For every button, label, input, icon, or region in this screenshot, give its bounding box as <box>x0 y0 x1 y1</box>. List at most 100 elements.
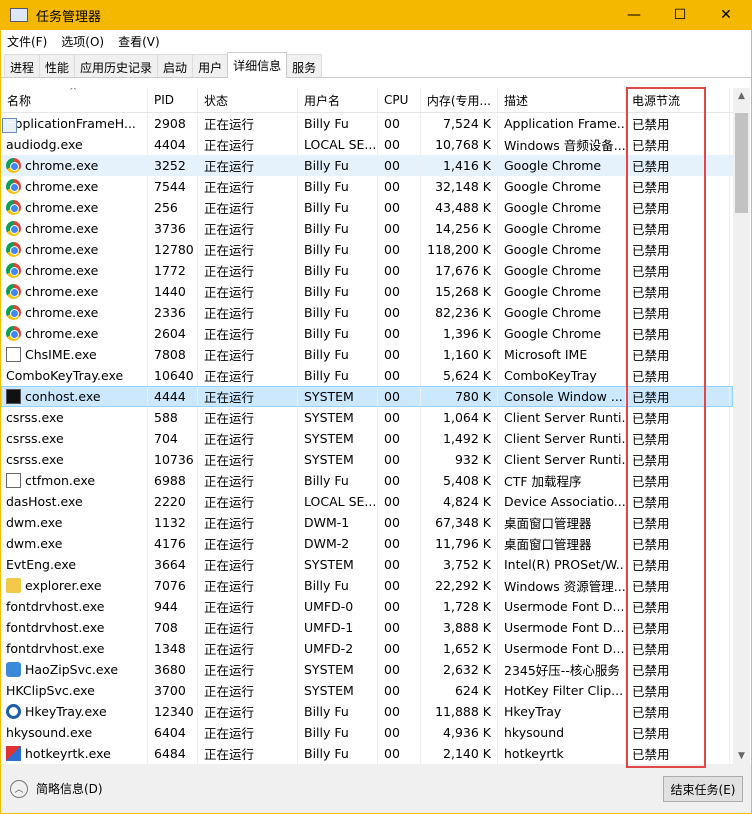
column-header-5[interactable]: 内存(专用... <box>421 88 498 112</box>
table-row[interactable]: chrome.exe 2604 正在运行 Billy Fu 00 1,396 K Googl… <box>1 323 733 344</box>
table-row[interactable]: HkeyTray.exe 12340 正在运行 Billy Fu 00 11,888 K H… <box>1 701 733 722</box>
hk-process-icon <box>6 704 21 719</box>
close-button[interactable]: ✕ <box>703 0 749 30</box>
cell-user: DWM-2 <box>298 533 378 554</box>
cell-text: chrome.exe <box>25 200 99 215</box>
cell-text: 已禁用 <box>632 495 670 510</box>
table-row[interactable]: hotkeyrtk.exe 6484 正在运行 Billy Fu 00 2,140 K ho… <box>1 743 733 764</box>
table-row[interactable]: chrome.exe 3252 正在运行 Billy Fu 00 1,416 K Googl… <box>1 155 733 176</box>
table-row[interactable]: HaoZipSvc.exe 3680 正在运行 SYSTEM 00 2,632 K 2345… <box>1 659 733 680</box>
column-header-2[interactable]: 状态 <box>198 88 298 112</box>
column-header-4[interactable]: CPU <box>378 88 421 112</box>
table-row[interactable]: csrss.exe 10736 正在运行 SYSTEM 00 932 K Client Se… <box>1 118 733 470</box>
table-row[interactable]: audiodg.exe 4404 正在运行 LOCAL SE... 00 10,768 K… <box>1 118 733 155</box>
cell-name: hkysound.exe <box>1 118 148 743</box>
table-row[interactable]: chrome.exe 3736 正在运行 Billy Fu 00 14,256 K Goog… <box>1 218 733 239</box>
table-row[interactable]: conhost.exe 4444 正在运行 SYSTEM 00 780 K Console … <box>1 386 733 407</box>
cell-name: chrome.exe <box>1 323 148 344</box>
tab-4[interactable]: 用户 <box>192 54 229 77</box>
table-row[interactable]: chrome.exe 1772 正在运行 Billy Fu 00 17,676 K Goog… <box>1 260 733 281</box>
menu-view[interactable]: 查看(V) <box>118 33 160 50</box>
cell-text: 2,140 K <box>443 746 491 761</box>
tab-0[interactable]: 进程 <box>4 54 41 77</box>
vertical-scrollbar[interactable]: ▲ ▼ <box>733 88 750 764</box>
cell-name: explorer.exe <box>1 575 148 596</box>
cell-status: 正在运行 <box>198 344 298 365</box>
fewer-details-link[interactable]: 简略信息(D) <box>36 780 103 797</box>
column-header-label: 电源节流 <box>632 93 681 108</box>
cell-text: 932 K <box>454 452 491 467</box>
table-row[interactable]: fontdrvhost.exe 708 正在运行 UMFD-1 00 3,888 K Use… <box>1 118 733 638</box>
cell-power-throttling: 已禁用 <box>626 659 730 680</box>
cell-status: 正在运行 <box>198 218 298 239</box>
table-row[interactable]: chrome.exe 7544 正在运行 Billy Fu 00 32,148 K Goog… <box>1 176 733 197</box>
cell-text: chrome.exe <box>25 305 99 320</box>
menu-options[interactable]: 选项(O) <box>61 33 104 50</box>
table-row[interactable]: csrss.exe 704 正在运行 SYSTEM 00 1,492 K Client Se… <box>1 118 733 449</box>
column-header-7[interactable]: 电源节流 <box>626 88 730 112</box>
cell-text: 1,396 K <box>443 326 491 341</box>
table-row[interactable]: HKClipSvc.exe 3700 正在运行 SYSTEM 00 624 K HotKey… <box>1 118 733 701</box>
table-row[interactable]: chrome.exe 2336 正在运行 Billy Fu 00 82,236 K Goog… <box>1 302 733 323</box>
column-header-3[interactable]: 用户名 <box>298 88 378 112</box>
cell-text: Usermode Font D... <box>504 599 625 614</box>
tab-3[interactable]: 启动 <box>157 54 194 77</box>
title-bar: 任务管理器 — ☐ ✕ <box>0 0 752 30</box>
cell-text: 已禁用 <box>632 558 670 573</box>
end-task-button[interactable]: 结束任务(E) <box>663 776 743 802</box>
cell-text: hotkeyrtk <box>504 746 564 761</box>
table-row[interactable]: hkysound.exe 6404 正在运行 Billy Fu 00 4,936 K hky… <box>1 118 733 743</box>
cell-text: UMFD-1 <box>304 620 354 635</box>
table-row[interactable]: dwm.exe 1132 正在运行 DWM-1 00 67,348 K 桌面窗口管理器 已禁用 <box>1 118 733 533</box>
table-row[interactable]: ComboKeyTray.exe 10640 正在运行 Billy Fu 00 5,624… <box>1 118 733 386</box>
tab-2[interactable]: 应用历史记录 <box>74 54 159 77</box>
table-row[interactable]: fontdrvhost.exe 1348 正在运行 UMFD-2 00 1,652 K Us… <box>1 118 733 659</box>
table-row[interactable]: fontdrvhost.exe 944 正在运行 UMFD-0 00 1,728 K Use… <box>1 118 733 617</box>
cell-name: csrss.exe <box>1 118 148 470</box>
table-row[interactable]: ApplicationFrameH... 2908 正在运行 Billy Fu 00 7,… <box>1 113 733 134</box>
cell-text: 2,632 K <box>443 662 491 677</box>
cell-text: Billy Fu <box>304 578 349 593</box>
cell-pid: 1348 <box>148 638 198 659</box>
cell-pid: 2604 <box>148 323 198 344</box>
table-row[interactable]: dwm.exe 4176 正在运行 DWM-2 00 11,796 K 桌面窗口管理器 已禁用 <box>1 118 733 554</box>
cell-text: 708 <box>154 620 178 635</box>
table-row[interactable]: chrome.exe 1440 正在运行 Billy Fu 00 15,268 K Goog… <box>1 281 733 302</box>
cell-description: Google Chrome <box>498 281 626 302</box>
cell-text: 00 <box>384 347 400 362</box>
table-row[interactable]: csrss.exe 588 正在运行 SYSTEM 00 1,064 K Client Se… <box>1 118 733 428</box>
table-row[interactable]: chrome.exe 256 正在运行 Billy Fu 00 43,488 K Googl… <box>1 197 733 218</box>
table-row[interactable]: explorer.exe 7076 正在运行 Billy Fu 00 22,292 K Wi… <box>1 575 733 596</box>
chrome-process-icon <box>6 305 21 320</box>
column-header-6[interactable]: 描述 <box>498 88 626 112</box>
cell-text: Windows 资源管理... <box>504 579 626 594</box>
column-header-label: 状态 <box>204 93 229 108</box>
cell-text: chrome.exe <box>25 221 99 236</box>
cell-text: 已禁用 <box>632 474 670 489</box>
column-header-1[interactable]: PID <box>148 88 198 112</box>
tab-5[interactable]: 详细信息 <box>227 52 288 78</box>
cell-text: 00 <box>384 200 400 215</box>
scrollbar-thumb[interactable] <box>735 113 748 213</box>
tab-6[interactable]: 服务 <box>286 54 323 77</box>
cell-status: 正在运行 <box>198 176 298 197</box>
cell-text: 1,492 K <box>443 431 491 446</box>
menu-file[interactable]: 文件(F) <box>7 33 47 50</box>
column-header-0[interactable]: 名称 ^ <box>1 88 148 112</box>
table-row[interactable]: ChsIME.exe 7808 正在运行 Billy Fu 00 1,160 K Micro… <box>1 344 733 365</box>
maximize-button[interactable]: ☐ <box>657 0 703 30</box>
table-row[interactable]: ctfmon.exe 6988 正在运行 Billy Fu 00 5,408 K CTF 加… <box>1 470 733 491</box>
scroll-up-arrow-icon[interactable]: ▲ <box>733 91 750 101</box>
cell-text: SYSTEM <box>304 452 354 467</box>
minimize-button[interactable]: — <box>611 0 657 30</box>
tab-1[interactable]: 性能 <box>39 54 76 77</box>
cell-text: Console Window ... <box>504 389 623 404</box>
table-row[interactable]: EvtEng.exe 3664 正在运行 SYSTEM 00 3,752 K Intel(R… <box>1 118 733 575</box>
table-row[interactable]: chrome.exe 12780 正在运行 Billy Fu 00 118,200 K Go… <box>1 239 733 260</box>
cell-text: Usermode Font D... <box>504 620 625 635</box>
chevron-up-icon[interactable]: ︿ <box>10 779 28 798</box>
cell-name: audiodg.exe <box>1 118 148 155</box>
cell-text: 已禁用 <box>632 369 670 384</box>
scroll-down-arrow-icon[interactable]: ▼ <box>733 751 750 761</box>
table-row[interactable]: dasHost.exe 2220 正在运行 LOCAL SE... 00 4,824 K D… <box>1 118 733 512</box>
